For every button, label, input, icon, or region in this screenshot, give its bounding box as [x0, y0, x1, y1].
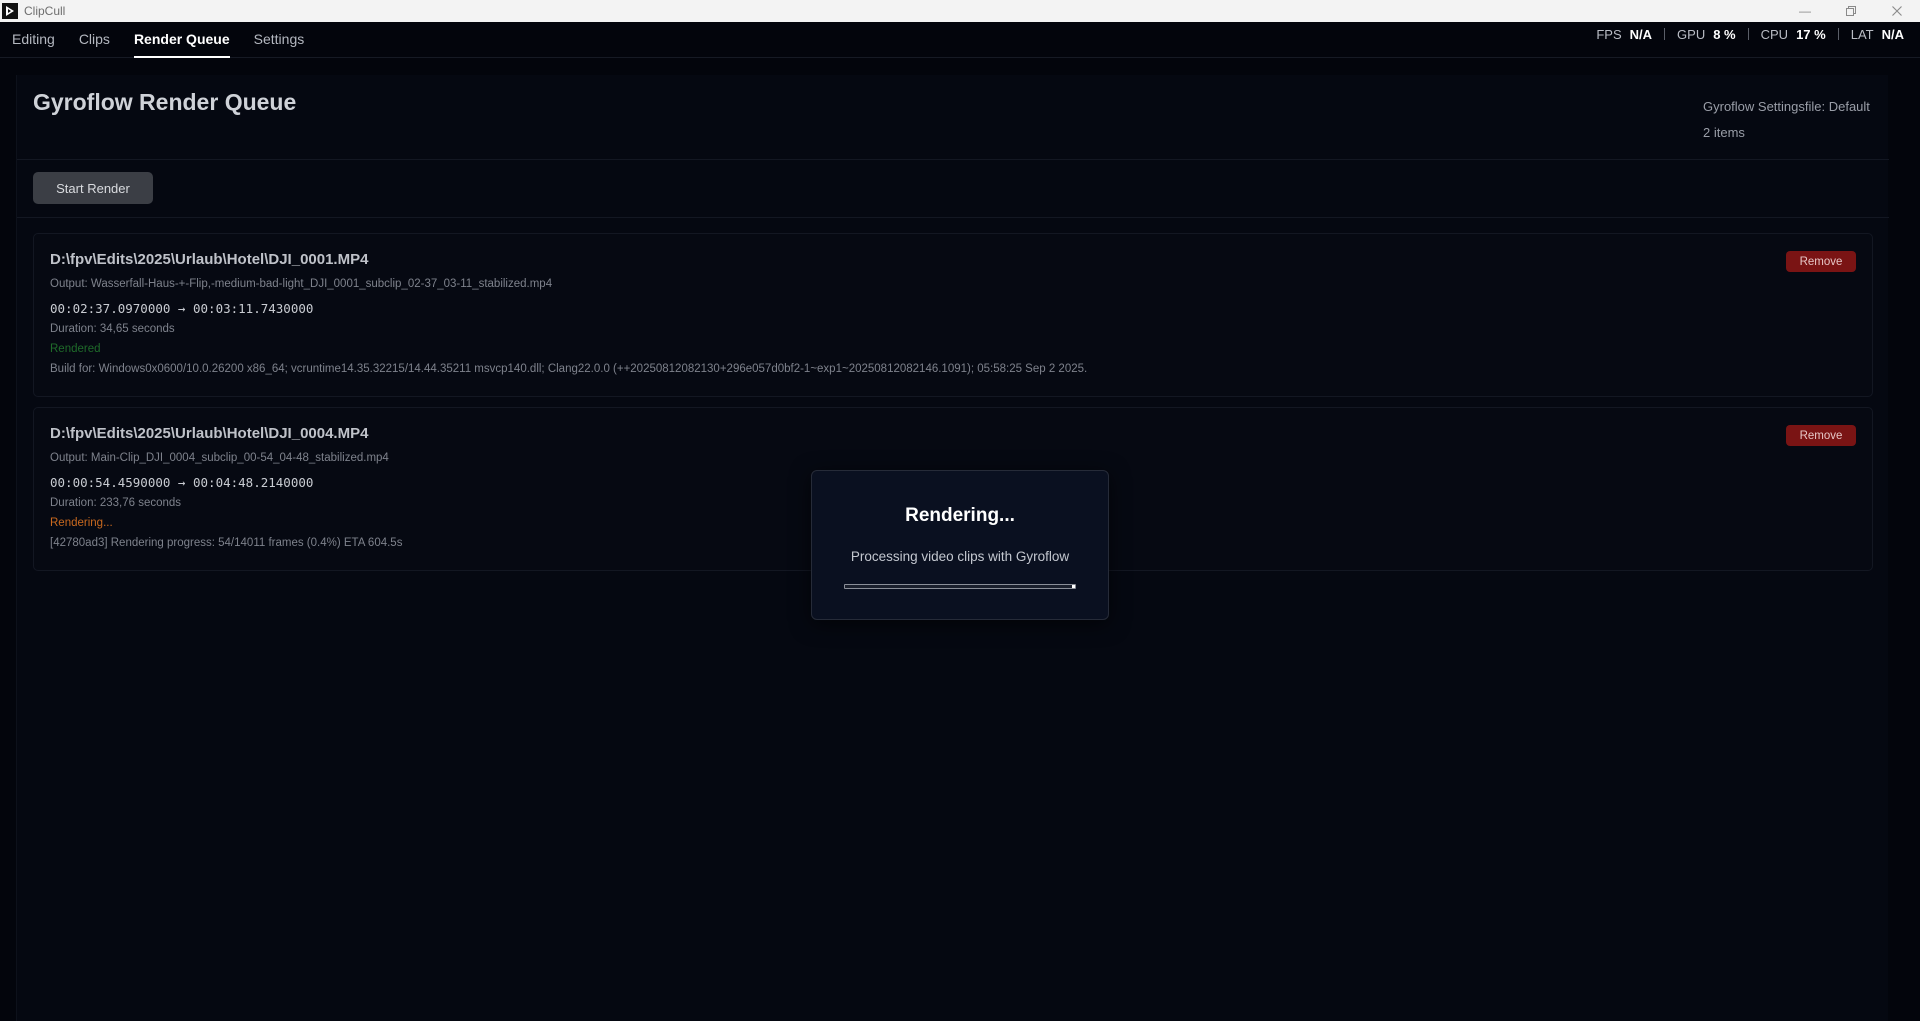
window-controls: —: [1782, 0, 1920, 22]
item-time-range: 00:02:37.0970000 → 00:03:11.7430000: [50, 301, 314, 316]
stat-value: 17 %: [1796, 26, 1826, 42]
nav-tabs: Editing Clips Render Queue Settings: [0, 22, 316, 58]
stat-latency: LAT N/A: [1851, 27, 1904, 42]
panel-header: Gyroflow Render Queue Gyroflow Settingsf…: [17, 75, 1889, 160]
item-status: Rendered: [50, 343, 101, 355]
stat-label: CPU: [1760, 26, 1789, 42]
top-navbar: Editing Clips Render Queue Settings FPS …: [0, 22, 1920, 58]
page-title: Gyroflow Render Queue: [33, 89, 297, 115]
stat-divider: [1837, 28, 1839, 40]
stat-label: LAT: [1850, 26, 1874, 42]
close-icon[interactable]: [1874, 0, 1920, 22]
item-time-range: 00:00:54.4590000 → 00:04:48.2140000: [50, 475, 314, 490]
rendering-dialog: Rendering... Processing video clips with…: [811, 470, 1109, 620]
item-source-path: D:\fpv\Edits\2025\Urlaub\Hotel\DJI_0001.…: [50, 251, 369, 268]
queue-info: Gyroflow Settingsfile: Default 2 items: [1703, 94, 1870, 146]
start-render-button[interactable]: Start Render: [33, 172, 153, 204]
tab-settings[interactable]: Settings: [242, 22, 317, 58]
tab-clips[interactable]: Clips: [67, 22, 122, 58]
stat-label: FPS: [1596, 26, 1622, 42]
stat-divider: [1747, 28, 1749, 40]
item-output-name: Output: Main-Clip_DJI_0004_subclip_00-54…: [50, 452, 389, 464]
stat-value: 8 %: [1713, 26, 1736, 42]
item-status: Rendering...: [50, 517, 113, 529]
render-progress-bar: [844, 584, 1076, 589]
stat-gpu: GPU 8 %: [1677, 27, 1736, 42]
item-count: 2 items: [1703, 125, 1745, 140]
queue-toolbar: [17, 160, 1889, 218]
restore-icon[interactable]: [1828, 0, 1874, 22]
remove-button[interactable]: Remove: [1786, 425, 1856, 446]
item-output-name: Output: Wasserfall-Haus-+-Flip,-medium-b…: [50, 278, 553, 290]
dialog-message: Processing video clips with Gyroflow: [850, 549, 1070, 564]
tab-render-queue[interactable]: Render Queue: [122, 22, 242, 58]
remove-button[interactable]: Remove: [1786, 251, 1856, 272]
minimize-icon[interactable]: —: [1782, 0, 1828, 22]
item-duration: Duration: 34,65 seconds: [50, 323, 175, 335]
tab-editing[interactable]: Editing: [0, 22, 67, 58]
item-log: Build for: Windows0x0600/10.0.26200 x86_…: [50, 363, 1088, 375]
stat-label: GPU: [1677, 26, 1706, 42]
item-source-path: D:\fpv\Edits\2025\Urlaub\Hotel\DJI_0004.…: [50, 425, 369, 442]
window-title: ClipCull: [24, 4, 66, 18]
stat-fps: FPS N/A: [1596, 27, 1652, 42]
app-logo-icon: [2, 3, 18, 19]
stat-value: N/A: [1881, 26, 1904, 42]
item-duration: Duration: 233,76 seconds: [50, 497, 182, 509]
window-titlebar: ClipCull —: [0, 0, 1920, 22]
stat-cpu: CPU 17 %: [1761, 27, 1826, 42]
stat-divider: [1664, 28, 1666, 40]
performance-stats: FPS N/A GPU 8 % CPU 17 % LAT N/A: [1596, 22, 1904, 46]
item-log: [42780ad3] Rendering progress: 54/14011 …: [50, 537, 403, 549]
settingsfile-label: Gyroflow Settingsfile: Default: [1703, 99, 1870, 114]
dialog-title: Rendering...: [905, 505, 1015, 526]
queue-item: D:\fpv\Edits\2025\Urlaub\Hotel\DJI_0001.…: [33, 233, 1873, 397]
render-progress-fill: [1071, 585, 1075, 588]
stat-value: N/A: [1629, 26, 1653, 42]
